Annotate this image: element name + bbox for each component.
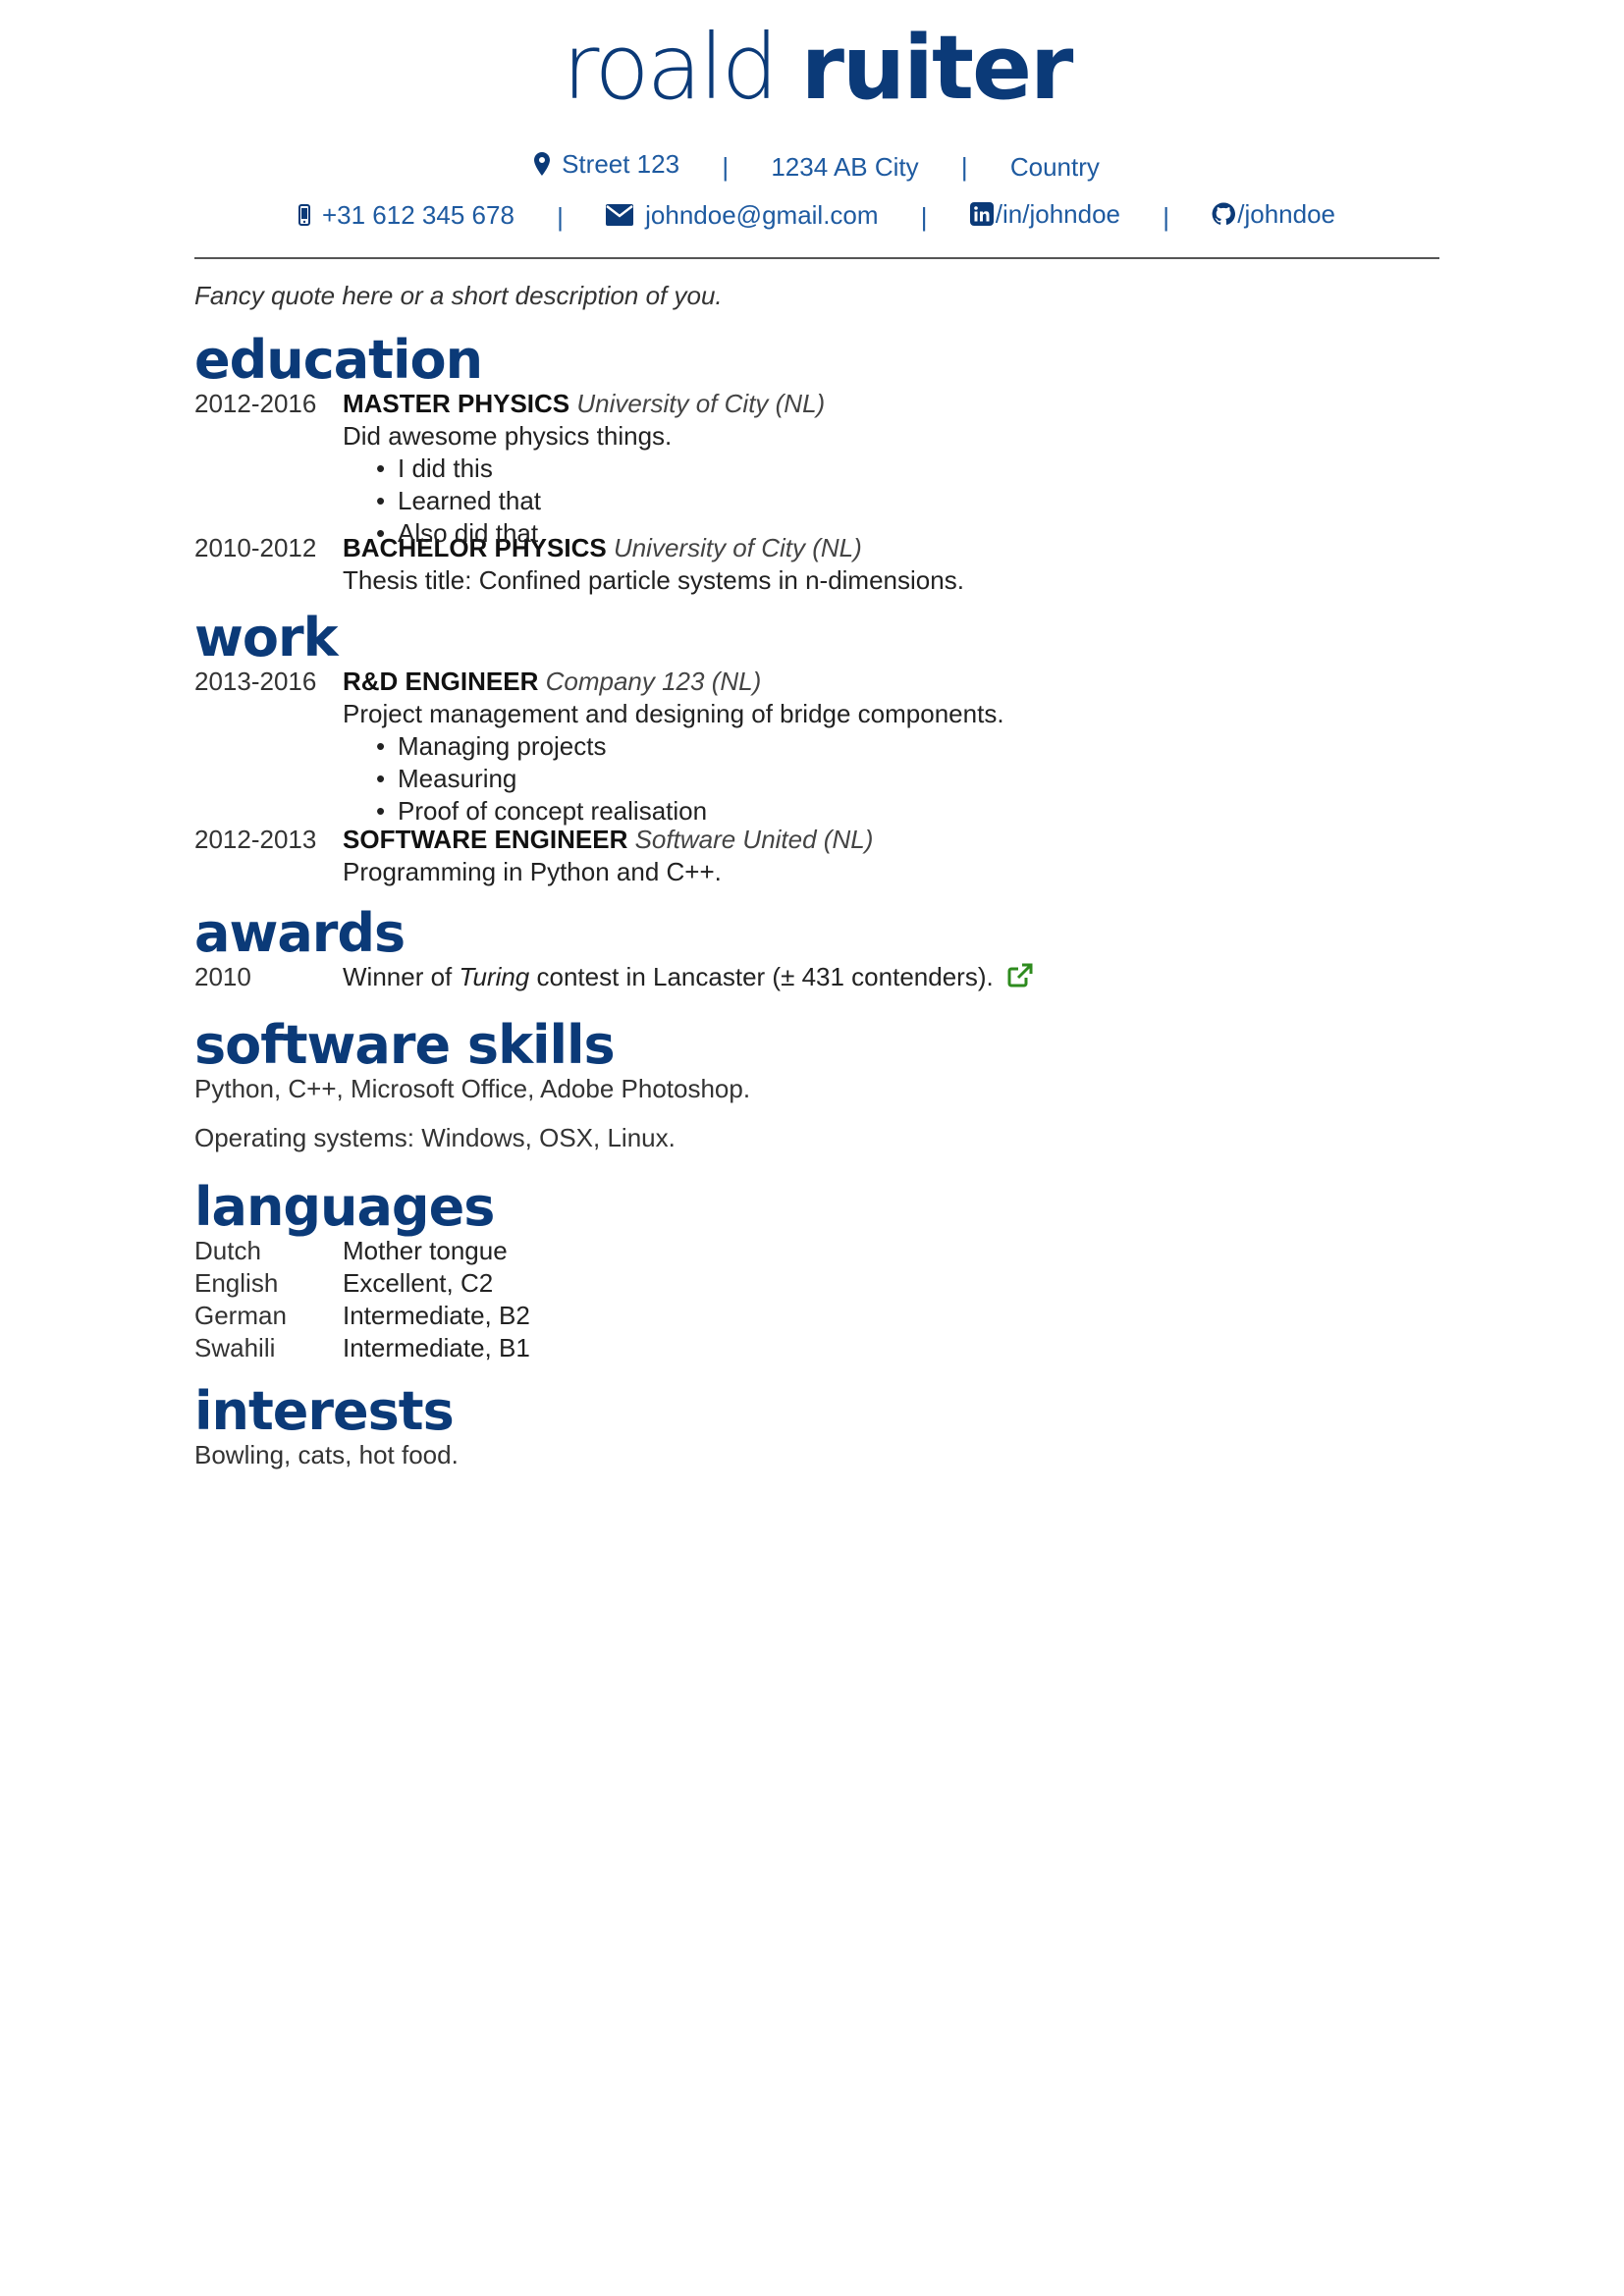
education-entry: 2012-2016 MASTER PHYSICS University of C… <box>194 388 1439 550</box>
list-item: Also did that <box>376 517 1439 550</box>
entry-role: SOFTWARE ENGINEER <box>343 825 628 854</box>
phone-text: +31 612 345 678 <box>321 200 514 230</box>
section-title-education: education <box>194 329 483 391</box>
header-divider <box>194 257 1439 259</box>
section-title-interests: interests <box>194 1380 455 1442</box>
operating-systems-line: Operating systems: Windows, OSX, Linux. <box>194 1123 676 1152</box>
street-text: Street 123 <box>562 149 680 179</box>
entry-heading: MASTER PHYSICS University of City (NL) <box>343 388 1439 420</box>
list-item: Learned that <box>376 485 1439 517</box>
language-row: English Excellent, C2 <box>194 1267 1439 1300</box>
list-item: I did this <box>376 453 1439 485</box>
github-text: /johndoe <box>1237 199 1336 229</box>
entry-organization: University of City (NL) <box>576 389 826 418</box>
software-skills-line: Python, C++, Microsoft Office, Adobe Pho… <box>194 1074 751 1103</box>
section-title-software-skills: software skills <box>194 1014 616 1076</box>
award-entry: 2010 Winner of Turing contest in Lancast… <box>194 961 1439 996</box>
entry-description: Programming in Python and C++. <box>343 857 722 886</box>
entry-bullets: I did this Learned that Also did that <box>343 453 1439 550</box>
resume-page: roald ruiter Street 123 | 1234 AB City |… <box>194 0 1439 1471</box>
external-link-icon[interactable] <box>1006 963 1034 996</box>
resume-name: roald ruiter <box>194 18 1439 118</box>
interests-text: Bowling, cats, hot food. <box>194 1440 459 1469</box>
language-name: Swahili <box>194 1333 276 1362</box>
linkedin-icon <box>969 202 994 226</box>
entry-role: R&D ENGINEER <box>343 667 539 696</box>
entry-role: MASTER PHYSICS <box>343 389 570 418</box>
language-level: Excellent, C2 <box>343 1268 494 1298</box>
map-marker-icon <box>534 152 551 176</box>
language-row: Dutch Mother tongue <box>194 1235 1439 1267</box>
language-row: German Intermediate, B2 <box>194 1300 1439 1332</box>
entry-body: R&D ENGINEER Company 123 (NL) Project ma… <box>343 666 1439 828</box>
contact-row: +31 612 345 678 | johndoe@gmail.com | /i… <box>194 199 1439 232</box>
section-title-work: work <box>194 607 339 668</box>
address-row: Street 123 | 1234 AB City | Country <box>194 149 1439 182</box>
personal-quote: Fancy quote here or a short description … <box>194 281 723 310</box>
language-name: English <box>194 1268 279 1298</box>
address-city: 1234 AB City <box>771 152 919 182</box>
language-level: Intermediate, B2 <box>343 1301 530 1330</box>
work-entry: 2013-2016 R&D ENGINEER Company 123 (NL) … <box>194 666 1439 828</box>
entry-organization: Company 123 (NL) <box>545 667 762 696</box>
address-country: Country <box>1009 152 1100 182</box>
award-text-after: contest in Lancaster (± 431 contenders). <box>529 962 994 991</box>
separator: | <box>722 152 730 182</box>
section-title-awards: awards <box>194 902 406 964</box>
github-link[interactable]: /johndoe <box>1212 199 1335 229</box>
list-item: Measuring <box>376 763 1439 795</box>
separator: | <box>920 202 928 232</box>
email-text: johndoe@gmail.com <box>645 200 879 230</box>
entry-body: SOFTWARE ENGINEER Software United (NL) P… <box>343 824 1439 888</box>
linkedin-text: /in/johndoe <box>995 199 1121 229</box>
entry-description: Project management and designing of brid… <box>343 699 1004 728</box>
envelope-icon <box>606 204 634 226</box>
address-street: Street 123 <box>534 149 679 179</box>
entry-date: 2010-2012 <box>194 533 317 562</box>
linkedin-link[interactable]: /in/johndoe <box>969 199 1121 229</box>
entry-date: 2013-2016 <box>194 667 317 696</box>
entry-body: Winner of Turing contest in Lancaster (±… <box>343 961 1439 996</box>
entry-body: MASTER PHYSICS University of City (NL) D… <box>343 388 1439 550</box>
mobile-phone-icon <box>298 204 310 226</box>
language-row: Swahili Intermediate, B1 <box>194 1332 1439 1364</box>
entry-date: 2010 <box>194 962 251 991</box>
entry-date: 2012-2016 <box>194 389 317 418</box>
language-name: German <box>194 1301 287 1330</box>
list-item: Managing projects <box>376 730 1439 763</box>
entry-description: Thesis title: Confined particle systems … <box>343 565 964 595</box>
separator: | <box>1163 202 1170 232</box>
phone-contact[interactable]: +31 612 345 678 <box>298 200 514 230</box>
entry-heading: SOFTWARE ENGINEER Software United (NL) <box>343 824 1439 856</box>
last-name: ruiter <box>800 17 1074 120</box>
language-level: Mother tongue <box>343 1236 508 1265</box>
separator: | <box>557 202 564 232</box>
github-icon <box>1212 202 1236 226</box>
list-item: Proof of concept realisation <box>376 795 1439 828</box>
entry-description: Did awesome physics things. <box>343 421 673 451</box>
award-text-before: Winner of <box>343 962 460 991</box>
email-link[interactable]: johndoe@gmail.com <box>606 200 879 230</box>
separator: | <box>960 152 968 182</box>
entry-heading: R&D ENGINEER Company 123 (NL) <box>343 666 1439 698</box>
first-name: roald <box>562 15 779 120</box>
entry-date: 2012-2013 <box>194 825 317 854</box>
work-entry: 2012-2013 SOFTWARE ENGINEER Software Uni… <box>194 824 1439 888</box>
entry-organization: Software United (NL) <box>634 825 874 854</box>
section-title-languages: languages <box>194 1176 495 1238</box>
entry-bullets: Managing projects Measuring Proof of con… <box>343 730 1439 828</box>
language-level: Intermediate, B1 <box>343 1333 530 1362</box>
award-text-italic: Turing <box>459 962 530 991</box>
language-name: Dutch <box>194 1236 261 1265</box>
